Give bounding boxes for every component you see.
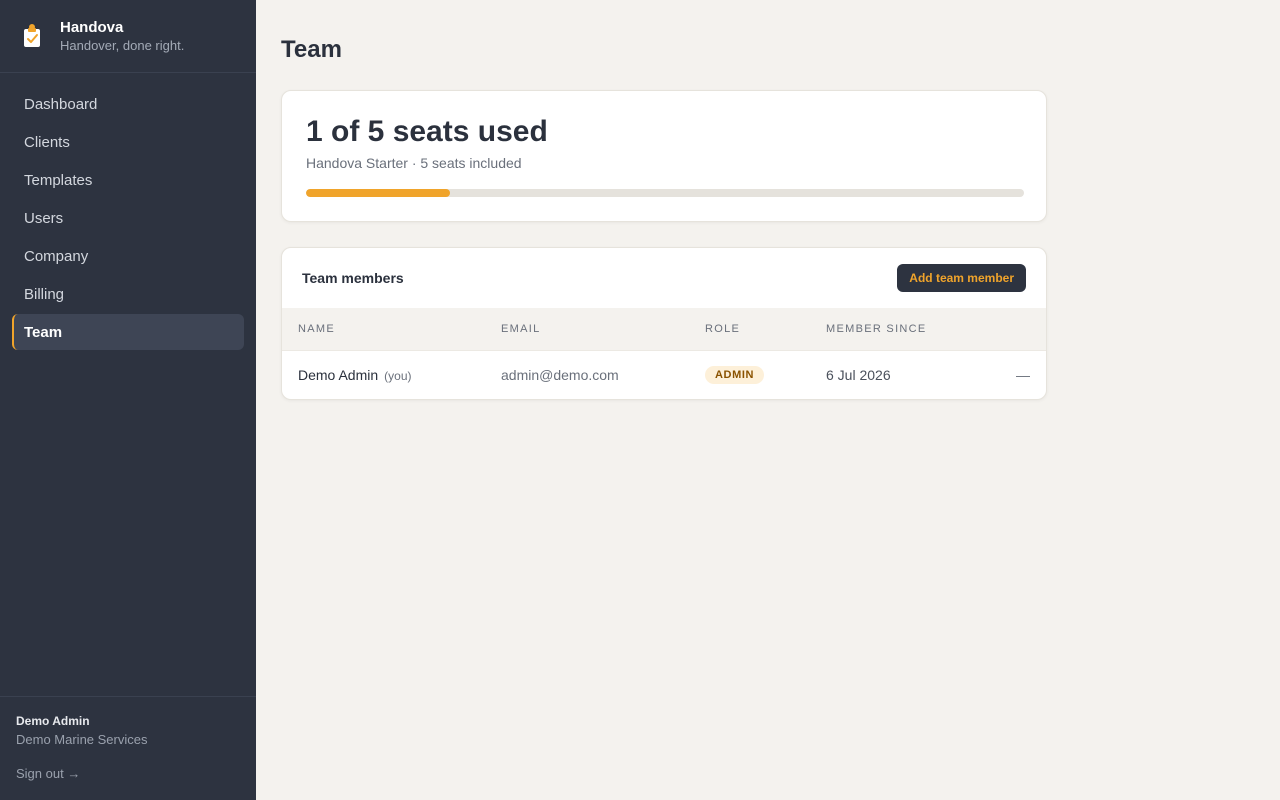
sidebar-item-billing[interactable]: Billing: [12, 276, 244, 312]
member-email: admin@demo.com: [501, 366, 619, 383]
column-header-role: ROLE: [705, 322, 741, 335]
sidebar-item-users[interactable]: Users: [12, 200, 244, 236]
team-members-table: NAME EMAIL ROLE MEMBER SINCE Demo Admin (…: [282, 308, 1046, 399]
column-header-name: NAME: [298, 322, 335, 335]
member-role-cell: ADMIN: [689, 350, 810, 399]
brand-tagline: Handover, done right.: [60, 37, 185, 53]
current-company-name: Demo Marine Services: [16, 732, 148, 747]
member-name: Demo Admin: [298, 366, 379, 383]
page-title: Team: [281, 36, 342, 63]
main-content: Team 1 of 5 seats used Handova Starter ·…: [256, 0, 1280, 800]
seats-progress-fill: [306, 189, 450, 197]
add-team-member-button[interactable]: Add team member: [897, 264, 1026, 292]
sidebar-item-clients[interactable]: Clients: [12, 124, 244, 160]
brand-text: Handova Handover, done right.: [60, 19, 184, 54]
column-header-member-since: MEMBER SINCE: [826, 322, 927, 335]
seats-plan-text: Handova Starter · 5 seats included: [306, 155, 522, 171]
sidebar-item-team[interactable]: Team: [12, 314, 244, 350]
seats-headline: 1 of 5 seats used: [306, 115, 548, 148]
table-row: Demo Admin (you) admin@demo.com ADMIN 6 J…: [282, 350, 1046, 399]
app: Handova Handover, done right. Dashboard …: [0, 0, 1280, 800]
you-label: (you): [384, 368, 412, 383]
member-since: 6 Jul 2026: [826, 366, 891, 383]
member-name-cell: Demo Admin (you): [282, 350, 485, 399]
table-header-row: NAME EMAIL ROLE MEMBER SINCE: [282, 308, 1046, 350]
column-header-email: EMAIL: [501, 322, 541, 335]
team-members-header: Team members Add team member: [282, 248, 1046, 308]
seats-progress-bar: [306, 189, 1024, 197]
team-members-title: Team members: [302, 270, 404, 286]
sidebar-item-dashboard[interactable]: Dashboard: [12, 86, 244, 122]
sidebar-nav: Dashboard Clients Templates Users Compan…: [0, 73, 256, 696]
brand[interactable]: Handova Handover, done right.: [0, 0, 256, 73]
sidebar-footer: Demo Admin Demo Marine Services Sign out…: [0, 696, 256, 800]
sidebar-item-company[interactable]: Company: [12, 238, 244, 274]
sidebar: Handova Handover, done right. Dashboard …: [0, 0, 256, 800]
seats-card: 1 of 5 seats used Handova Starter · 5 se…: [281, 90, 1047, 222]
column-header-actions: [970, 308, 1046, 350]
role-badge: ADMIN: [705, 366, 765, 385]
sidebar-item-templates[interactable]: Templates: [12, 162, 244, 198]
team-members-card: Team members Add team member NAME EMAIL …: [281, 247, 1047, 400]
current-user-name: Demo Admin: [16, 714, 90, 728]
sign-out-link[interactable]: Sign out →: [16, 766, 80, 781]
brand-name: Handova: [60, 18, 124, 36]
member-actions: —: [1016, 366, 1030, 383]
clipboard-check-icon: [22, 23, 42, 49]
